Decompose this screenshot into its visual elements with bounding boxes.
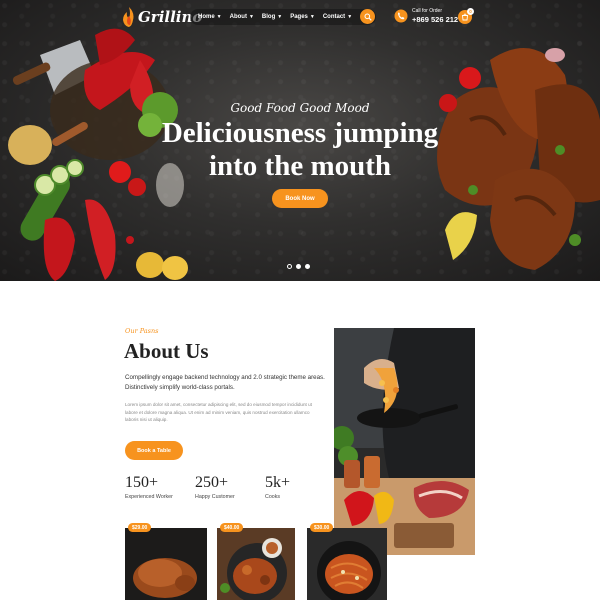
nav-item-label: Pages (290, 14, 308, 20)
dish-card-noodles[interactable] (307, 528, 387, 600)
cart-count-badge: 0 (467, 8, 474, 15)
search-icon (364, 13, 372, 21)
hero-title: Deliciousness jumping into the mouth (161, 117, 439, 182)
slider-dots (287, 264, 314, 269)
stat-value: 5k+ (265, 474, 291, 491)
stat-label: Happy Customer (195, 494, 235, 500)
search-button[interactable] (360, 9, 375, 24)
stat-value: 250+ (195, 474, 229, 491)
nav-item-label: Contact (322, 14, 346, 20)
main-navigation: Home ▼ About ▼ Blog ▼ Pages ▼ Contact ▼ (190, 9, 376, 25)
call-number[interactable]: +869 526 212 (412, 16, 458, 24)
price-badge: $29.00 (128, 523, 152, 532)
nav-item-label: About (229, 14, 247, 20)
stat-cooks: 5k+ Cooks (265, 474, 290, 500)
price-badge: $40.00 (220, 523, 244, 532)
stat-happy-customer: 250+ Happy Customer (195, 474, 235, 500)
call-label: Call for Order (412, 8, 443, 14)
stat-experienced-worker: 150+ Experienced Worker (125, 474, 173, 500)
slider-dot[interactable] (287, 264, 292, 269)
dish-card-roast-chicken[interactable] (125, 528, 207, 600)
about-title: About Us (124, 339, 209, 363)
dish-card-chicken-skillet[interactable] (217, 528, 295, 600)
nav-item-label: Blog (261, 14, 276, 20)
slider-dot[interactable] (305, 264, 310, 269)
book-a-table-button[interactable]: Book a Table (125, 441, 183, 460)
nav-item-label: Home (198, 14, 215, 20)
slider-dot[interactable] (296, 264, 301, 269)
chef-cooking-image (334, 328, 475, 555)
about-lead-text: Compellingly engage backend technology a… (125, 374, 325, 391)
book-now-button[interactable]: Book Now (272, 189, 328, 208)
flame-icon (123, 7, 134, 27)
stats: 150+ Experienced Worker 250+ Happy Custo… (125, 474, 325, 504)
chevron-down-icon: ▼ (309, 14, 315, 20)
hero-tagline: Good Food Good Mood (230, 101, 370, 115)
nav-item-home[interactable]: Home ▼ (198, 14, 222, 20)
phone-icon (394, 9, 408, 23)
hero-banner: Grillino Home ▼ About ▼ Blog ▼ Pages ▼ C… (0, 0, 600, 281)
call-for-order[interactable]: Call for Order +869 526 212 (394, 9, 458, 24)
stat-value: 150+ (125, 474, 159, 491)
nav-item-about[interactable]: About ▼ (230, 14, 254, 20)
nav-item-contact[interactable]: Contact ▼ (323, 14, 352, 20)
site-header: Grillino Home ▼ About ▼ Blog ▼ Pages ▼ C… (0, 0, 600, 34)
chevron-down-icon: ▼ (248, 14, 254, 20)
about-body-text: Lorem ipsum dolor sit amet, consectetur … (125, 402, 312, 423)
stat-label: Cooks (265, 494, 281, 500)
chevron-down-icon: ▼ (277, 14, 283, 20)
price-badge: $30.00 (310, 523, 334, 532)
chevron-down-icon: ▼ (216, 14, 222, 20)
about-subtitle: Our Pasns (125, 327, 159, 335)
nav-item-pages[interactable]: Pages ▼ (290, 14, 315, 20)
chevron-down-icon: ▼ (347, 14, 353, 20)
nav-item-blog[interactable]: Blog ▼ (262, 14, 282, 20)
stat-label: Experienced Worker (125, 494, 173, 500)
